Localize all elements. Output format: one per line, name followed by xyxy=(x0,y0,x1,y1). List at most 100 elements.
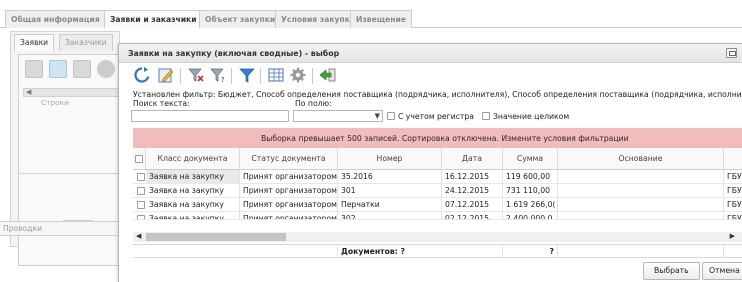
scroll-thumb[interactable] xyxy=(146,233,286,241)
edit-icon[interactable] xyxy=(25,60,43,78)
field-label: По полю: xyxy=(295,99,332,108)
totals-basis xyxy=(558,245,724,258)
column-header-status[interactable]: Статус документа xyxy=(240,148,338,170)
whole-value-label: Значение целиком xyxy=(493,112,570,121)
table-row[interactable]: Заявка на закупку Принят организатором 3… xyxy=(133,170,742,184)
cell-basis xyxy=(558,212,724,219)
funnel-icon[interactable] xyxy=(238,66,256,84)
gear-icon[interactable] xyxy=(97,60,115,78)
cell-date: 16.12.2015 xyxy=(442,170,503,184)
cell-extra: ГБУ: xyxy=(727,214,742,220)
cell-date: 24.12.2015 xyxy=(442,184,503,198)
section-postings[interactable]: Проводки xyxy=(0,221,120,236)
refresh-icon[interactable] xyxy=(133,66,151,84)
gear-icon[interactable] xyxy=(289,66,307,84)
cell-status: Принят организатором xyxy=(240,198,338,212)
top-tab-bar: Общая информация Заявки и заказчики Объе… xyxy=(0,4,742,28)
cell-number: 302 xyxy=(338,212,442,219)
cancel-button[interactable]: Отмена xyxy=(702,262,742,280)
cell-class: Заявка на закупку xyxy=(146,198,240,212)
column-header-basis[interactable]: Основание xyxy=(558,148,724,170)
cell-status: Принят организатором xyxy=(240,212,338,219)
dialog-titlebar: Заявки на закупку (включая сводные) - вы… xyxy=(119,44,742,63)
edit-icon[interactable] xyxy=(157,66,175,84)
row-checkbox[interactable] xyxy=(137,201,145,209)
tab-general-info[interactable]: Общая информация xyxy=(5,10,106,28)
copy-icon[interactable] xyxy=(73,60,91,78)
tab-purchase-object[interactable]: Объект закупки xyxy=(199,10,282,28)
search-label: Поиск текста: xyxy=(133,99,190,108)
filter-icon[interactable]: ? xyxy=(209,66,227,84)
cell-date: 02.12.2015 xyxy=(442,212,503,219)
horizontal-scrollbar[interactable]: ◀ ▶ xyxy=(133,232,742,242)
toolbar-separator xyxy=(180,68,181,84)
cell-status: Принят организатором xyxy=(240,184,338,198)
tab-purchase-terms[interactable]: Условия закупки xyxy=(275,10,362,28)
column-label-rows: Строки xyxy=(41,98,69,107)
column-header-number[interactable]: Номер xyxy=(338,148,442,170)
select-dialog: Заявки на закупку (включая сводные) - вы… xyxy=(118,43,742,282)
cell-number: 301 xyxy=(338,184,442,198)
scroll-right-icon[interactable]: ▶ xyxy=(730,232,735,240)
row-checkbox[interactable] xyxy=(137,187,145,195)
select-button[interactable]: Выбрать xyxy=(643,262,700,280)
cell-basis xyxy=(558,170,724,184)
column-header-sum[interactable]: Сумма xyxy=(503,148,558,170)
documents-count: Документов: ? xyxy=(338,245,503,258)
select-all-checkbox[interactable] xyxy=(135,155,143,163)
background-panel: Заявки Заказчики ◀ Строки xyxy=(10,31,127,266)
cell-sum: 731 110,00 xyxy=(503,184,558,198)
header-select-all[interactable] xyxy=(133,148,146,170)
cell-extra: ГБУ: xyxy=(727,200,742,209)
search-input[interactable] xyxy=(131,110,289,122)
subtab-requests[interactable]: Заявки xyxy=(14,34,55,51)
cell-date: 07.12.2015 xyxy=(442,198,503,212)
sum-total: ? xyxy=(503,245,558,258)
cell-class: Заявка на закупку xyxy=(146,212,240,219)
table-row[interactable]: Заявка на закупку Принят организатором 3… xyxy=(133,184,742,198)
tab-notice[interactable]: Извещение xyxy=(350,10,412,28)
row-checkbox[interactable] xyxy=(137,215,145,219)
filter-description: Установлен фильтр: Бюджет, Способ опреде… xyxy=(133,90,742,99)
cell-class: Заявка на закупку xyxy=(146,184,240,198)
toolbar-separator xyxy=(231,68,232,84)
row-checkbox[interactable] xyxy=(137,173,145,181)
table-icon[interactable] xyxy=(267,66,285,84)
cell-basis xyxy=(558,184,724,198)
add-icon[interactable] xyxy=(49,60,67,78)
totals-spacer xyxy=(133,245,338,258)
dialog-title: Заявки на закупку (включая сводные) - вы… xyxy=(128,49,340,58)
cell-status: Принят организатором xyxy=(240,170,338,184)
table-row[interactable]: Заявка на закупку Принят организатором 3… xyxy=(133,212,742,220)
case-sensitive-checkbox[interactable] xyxy=(387,112,395,120)
chevron-down-icon[interactable]: ▼ xyxy=(375,112,380,120)
filter-clear-icon[interactable] xyxy=(187,66,205,84)
cell-extra: ГБУ: xyxy=(727,186,742,195)
cell-basis xyxy=(558,198,724,212)
warning-banner: Выборка превышает 500 записей. Сортировк… xyxy=(133,128,742,148)
app-window: Общая информация Заявки и заказчики Объе… xyxy=(0,0,742,282)
column-header-extra[interactable] xyxy=(724,148,742,170)
cell-number: 35.2016 xyxy=(338,170,442,184)
table-row[interactable]: Заявка на закупку Принят организатором П… xyxy=(133,198,742,212)
field-select[interactable]: ▼ xyxy=(293,110,383,122)
svg-text:?: ? xyxy=(221,76,225,84)
toolbar-separator xyxy=(260,68,261,84)
tab-requests-customers[interactable]: Заявки и заказчики xyxy=(104,10,203,28)
maximize-icon[interactable] xyxy=(726,48,737,58)
cell-sum: 1 619 266,0( xyxy=(503,198,558,212)
case-sensitive-label: С учетом регистра xyxy=(398,112,474,121)
cell-sum: 119 600,00 xyxy=(503,170,558,184)
subtab-customers[interactable]: Заказчики xyxy=(59,34,113,51)
column-header-date[interactable]: Дата xyxy=(442,148,503,170)
toolbar-separator xyxy=(312,68,313,84)
scroll-left-icon[interactable]: ◀ xyxy=(136,232,141,240)
cell-number: Перчатки xyxy=(338,198,442,212)
background-scrollbar[interactable]: ◀ xyxy=(23,88,127,97)
whole-value-checkbox[interactable] xyxy=(482,112,490,120)
column-header-class[interactable]: Класс документа xyxy=(146,148,240,170)
select-arrow-icon[interactable] xyxy=(319,66,337,84)
cell-sum: 2 400 000,0 xyxy=(503,212,558,219)
warning-text: Выборка превышает 500 записей. Сортировк… xyxy=(261,134,629,143)
cell-class: Заявка на закупку xyxy=(146,170,240,184)
